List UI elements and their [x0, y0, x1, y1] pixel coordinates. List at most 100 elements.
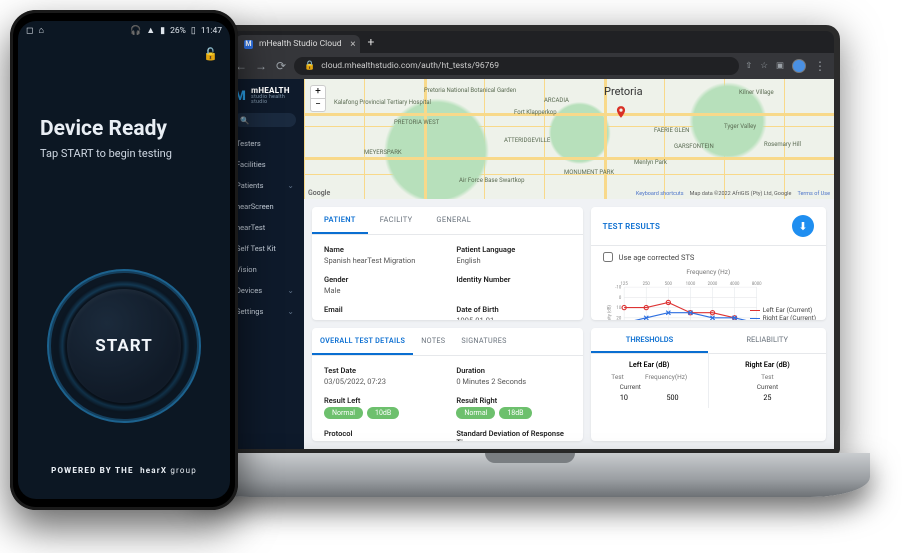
tab-facility[interactable]: FACILITY	[368, 207, 425, 234]
overall-tabs: OVERALL TEST DETAILS NOTES SIGNATURES	[312, 328, 583, 356]
map-terms-link[interactable]: Terms of Use	[797, 191, 830, 197]
patient-tabs: PATIENT FACILITY GENERAL	[312, 207, 583, 235]
results-panel: TEST RESULTS ⬇ Use age corrected STS Fre…	[591, 207, 826, 320]
phone-screen: ◻ ⌂ 🎧 ▲ ▮ 26% ▯ 11:47 🔓 Device Ready Tap…	[18, 21, 230, 499]
map-place-label: Pretoria National Botanical Garden	[424, 87, 516, 94]
map-place-label: Kilner Village	[739, 89, 774, 96]
lock-icon[interactable]: 🔓	[203, 47, 218, 61]
map-pin-icon[interactable]	[614, 105, 628, 119]
tab-patient[interactable]: PATIENT	[312, 207, 368, 234]
battery-pct: 26%	[170, 26, 186, 36]
laptop-base	[190, 453, 870, 497]
menu-icon[interactable]: ⋮	[814, 59, 826, 73]
wifi-icon: ▲	[146, 27, 155, 36]
headphones-icon: 🎧	[130, 27, 141, 36]
zoom-out-icon[interactable]: −	[311, 99, 325, 111]
download-button[interactable]: ⬇	[792, 215, 814, 237]
map-place-label: Tyger Valley	[724, 123, 756, 130]
legend-label: Right Ear (Current)	[763, 314, 816, 320]
tab-thresholds[interactable]: THRESHOLDS	[591, 328, 709, 353]
label: Duration	[456, 366, 570, 375]
close-icon[interactable]: ×	[350, 39, 355, 50]
tab-overall[interactable]: OVERALL TEST DETAILS	[312, 328, 413, 355]
map-place-label: Air Force Base Swartkop	[459, 177, 524, 184]
new-tab-button[interactable]: +	[360, 31, 383, 53]
powered-by: POWERED BY THE hearX group	[18, 466, 230, 475]
map-place-label: MONUMENT PARK	[564, 169, 614, 176]
browser-window: M mHealth Studio Cloud × + ← → ⟳ 🔒 cloud…	[226, 31, 834, 449]
label: Email	[324, 305, 438, 314]
map-place-label: Rosemary Hill	[764, 141, 801, 148]
phone-frame: ◻ ⌂ 🎧 ▲ ▮ 26% ▯ 11:47 🔓 Device Ready Tap…	[10, 10, 238, 510]
tab-signatures[interactable]: SIGNATURES	[453, 328, 514, 355]
label: Date of Birth	[456, 305, 570, 314]
app-content: M mHEALTH studio health studio 🔍 Testers…	[226, 79, 834, 449]
signal-icon: ▮	[160, 27, 165, 36]
address-bar: ← → ⟳ 🔒 cloud.mhealthstudio.com/auth/ht_…	[226, 53, 834, 79]
map-place-label: Menlyn Park	[634, 159, 667, 166]
label: Patient Language	[456, 245, 570, 254]
svg-text:500: 500	[664, 282, 672, 287]
laptop-frame: M mHealth Studio Cloud × + ← → ⟳ 🔒 cloud…	[190, 25, 870, 525]
map-place-label: ATTERIDGEVILLE	[504, 137, 550, 144]
powered-prefix: POWERED BY THE	[51, 466, 134, 475]
star-icon[interactable]: ☆	[760, 61, 768, 71]
svg-text:0: 0	[618, 296, 621, 301]
reload-icon[interactable]: ⟳	[274, 59, 288, 73]
notification-icon: ⌂	[38, 27, 43, 36]
map-shortcuts-link[interactable]: Keyboard shortcuts	[636, 191, 684, 197]
tab-notes[interactable]: NOTES	[413, 328, 453, 355]
col-header: Left Ear (dB)	[601, 360, 698, 369]
label: Protocol	[324, 429, 438, 438]
legend-label: Left Ear (Current)	[763, 306, 813, 314]
chevron-down-icon: ⌄	[287, 181, 294, 190]
overall-panel: OVERALL TEST DETAILS NOTES SIGNATURES Te…	[312, 328, 583, 441]
svg-text:8000: 8000	[752, 282, 762, 287]
sidebar-item-label: Devices	[236, 286, 262, 295]
sts-label: Use age corrected STS	[619, 253, 695, 262]
lock-icon: 🔒	[304, 61, 315, 71]
favicon: M	[244, 40, 253, 49]
subval: Current	[620, 383, 641, 391]
svg-text:20: 20	[616, 316, 621, 320]
audiogram-chart: 1252505001000200040008000-1001020304050I…	[603, 276, 814, 320]
share-icon[interactable]: ⇧	[745, 61, 752, 71]
sidebar-item-label: Self Test Kit	[236, 244, 276, 253]
value: 0 Minutes 2 Seconds	[456, 377, 570, 386]
main-area: + − Pretoria Kalafong Provincial Tertiar…	[304, 79, 834, 449]
map[interactable]: + − Pretoria Kalafong Provincial Tertiar…	[304, 79, 834, 199]
map-place-label: ARCADIA	[544, 97, 569, 104]
browser-tab[interactable]: M mHealth Studio Cloud ×	[236, 35, 360, 53]
map-place-label: Fort Klapperkop	[514, 109, 557, 116]
svg-text:2000: 2000	[707, 282, 717, 287]
extensions-icon[interactable]: ▣	[776, 61, 784, 71]
chevron-down-icon: ⌄	[287, 286, 294, 295]
chart-legend: Left Ear (Current) Right Ear (Current)	[750, 306, 816, 320]
svg-text:250: 250	[642, 282, 650, 287]
patient-panel: PATIENT FACILITY GENERAL Name Spanish hea…	[312, 207, 583, 320]
zoom-in-icon[interactable]: +	[311, 86, 325, 99]
profile-avatar[interactable]	[792, 59, 806, 73]
start-label: START	[95, 336, 152, 356]
map-place-label: MEYERSPARK	[364, 149, 402, 156]
value: 03/05/2022, 07:23	[324, 377, 438, 386]
notification-icon: ◻	[26, 27, 33, 36]
value: Spanish hearTest Migration	[324, 256, 438, 265]
tab-general[interactable]: GENERAL	[424, 207, 483, 234]
col-header: Right Ear (dB)	[719, 360, 816, 369]
start-button[interactable]: START	[67, 289, 181, 403]
svg-text:-10: -10	[615, 286, 622, 291]
value: 25	[763, 393, 771, 402]
label: Test Date	[324, 366, 438, 375]
page-title: Device Ready	[40, 117, 230, 141]
app-header: 🔓	[18, 41, 230, 67]
url-input[interactable]: 🔒 cloud.mhealthstudio.com/auth/ht_tests/…	[294, 57, 739, 75]
sidebar-item-label: Vision	[236, 265, 257, 274]
label: Name	[324, 245, 438, 254]
value: Male	[324, 286, 438, 295]
map-city-label: Pretoria	[604, 85, 643, 98]
tab-reliability[interactable]: RELIABILITY	[708, 328, 826, 353]
sts-checkbox[interactable]	[603, 252, 613, 262]
map-zoom-controls[interactable]: + −	[310, 85, 326, 112]
forward-icon[interactable]: →	[254, 59, 268, 73]
